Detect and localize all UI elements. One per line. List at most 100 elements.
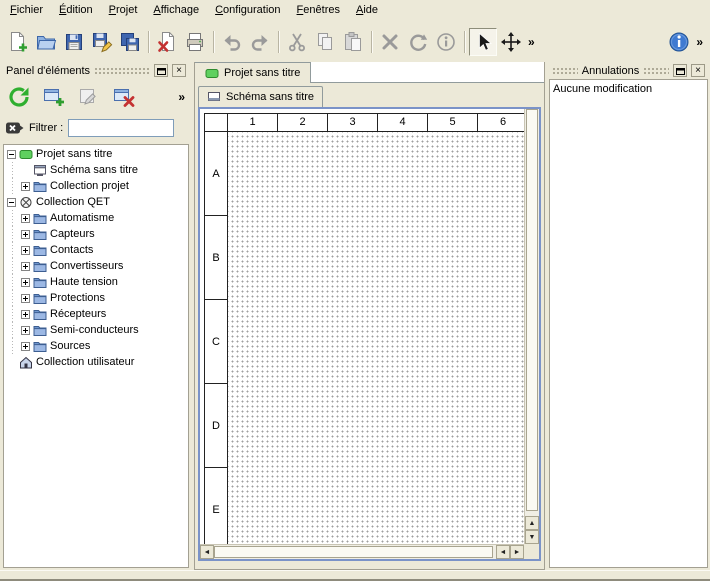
close-panel-button[interactable]: ×	[691, 64, 705, 77]
vscroll-thumb[interactable]	[526, 109, 538, 511]
move-tool-button[interactable]	[497, 28, 525, 56]
undo-list-item[interactable]: Aucune modification	[553, 82, 704, 96]
reload-collections-button[interactable]	[4, 82, 34, 112]
expand-toggle[interactable]	[21, 278, 30, 287]
dock-grip[interactable]	[643, 67, 669, 74]
edit-element-button[interactable]	[74, 82, 104, 112]
expand-toggle[interactable]	[21, 182, 30, 191]
scroll-left-button[interactable]: ◄	[200, 545, 214, 559]
cut-button[interactable]	[283, 28, 311, 56]
collections-tree[interactable]: Projet sans titre Schéma sans titre	[3, 144, 189, 568]
dotted-grid[interactable]	[228, 132, 524, 544]
rotate-button[interactable]	[404, 28, 432, 56]
tab-schema-sans-titre[interactable]: Schéma sans titre	[198, 86, 323, 107]
copy-button[interactable]	[311, 28, 339, 56]
toolbar-separator	[460, 29, 469, 55]
tree-item-haute-tension[interactable]: Haute tension	[4, 274, 188, 290]
tree-item-collection-qet[interactable]: Collection QET	[4, 194, 188, 210]
main-toolbar: » »	[0, 22, 710, 62]
expand-toggle[interactable]	[21, 310, 30, 319]
tree-item-collection-projet[interactable]: Collection projet	[4, 178, 188, 194]
schema-editor[interactable]: 1 2 3 4 5 6 A B C	[198, 107, 541, 561]
dock-grip[interactable]	[552, 67, 578, 74]
row-header: A	[205, 132, 227, 216]
menu-fichier[interactable]: Fichier	[2, 0, 51, 22]
filter-input[interactable]	[68, 119, 174, 137]
collapse-toggle[interactable]	[7, 198, 16, 207]
tree-item-capteurs[interactable]: Capteurs	[4, 226, 188, 242]
close-panel-button[interactable]: ×	[172, 64, 186, 77]
row-header: E	[205, 468, 227, 544]
elements-panel-titlebar[interactable]: Panel d'éléments ×	[3, 62, 189, 79]
tree-item-label: Capteurs	[50, 228, 95, 240]
undo-button[interactable]	[218, 28, 246, 56]
menu-edition[interactable]: Édition	[51, 0, 101, 22]
expand-toggle[interactable]	[21, 262, 30, 271]
save-as-button[interactable]	[88, 28, 116, 56]
new-document-button[interactable]	[4, 28, 32, 56]
open-project-button[interactable]	[32, 28, 60, 56]
row-headers: A B C D E	[205, 132, 228, 544]
tree-item-convertisseurs[interactable]: Convertisseurs	[4, 258, 188, 274]
tree-item-automatisme[interactable]: Automatisme	[4, 210, 188, 226]
scroll-right-button[interactable]: ►	[510, 545, 524, 559]
vertical-scrollbar[interactable]: ▲ ▼	[524, 109, 539, 544]
expand-toggle[interactable]	[21, 294, 30, 303]
delete-button[interactable]	[376, 28, 404, 56]
new-element-button[interactable]	[39, 82, 69, 112]
scroll-up-button[interactable]: ▲	[525, 516, 539, 530]
tree-item-label: Haute tension	[50, 276, 118, 288]
hscroll-thumb[interactable]	[214, 546, 493, 558]
scroll-down-button[interactable]: ▼	[525, 530, 539, 544]
tab-projet-sans-titre[interactable]: Projet sans titre	[195, 62, 311, 83]
schema-canvas[interactable]: 1 2 3 4 5 6 A B C	[200, 109, 524, 544]
tree-item-label: Récepteurs	[50, 308, 106, 320]
expand-toggle[interactable]	[21, 246, 30, 255]
column-header: 6	[478, 114, 524, 131]
undo-history-list[interactable]: Aucune modification	[549, 79, 708, 568]
information-button[interactable]	[432, 28, 460, 56]
toolbar-overflow-button[interactable]: »	[525, 35, 538, 49]
scroll-left-button-2[interactable]: ◄	[496, 545, 510, 559]
horizontal-scrollbar[interactable]: ◄ ◄ ►	[200, 544, 524, 559]
menu-projet[interactable]: Projet	[101, 0, 146, 22]
tree-item-contacts[interactable]: Contacts	[4, 242, 188, 258]
close-file-button[interactable]	[153, 28, 181, 56]
tree-item-schema[interactable]: Schéma sans titre	[4, 162, 188, 178]
undo-panel-titlebar[interactable]: Annulations ×	[549, 62, 708, 79]
delete-icon	[379, 31, 401, 53]
float-panel-button[interactable]	[154, 64, 168, 77]
delete-element-button[interactable]	[109, 82, 139, 112]
menu-configuration[interactable]: Configuration	[207, 0, 288, 22]
print-button[interactable]	[181, 28, 209, 56]
tree-item-semi-conducteurs[interactable]: Semi-conducteurs	[4, 322, 188, 338]
menu-fenetres[interactable]: Fenêtres	[289, 0, 348, 22]
tree-item-project[interactable]: Projet sans titre	[4, 146, 188, 162]
expand-toggle[interactable]	[21, 230, 30, 239]
paste-button[interactable]	[339, 28, 367, 56]
redo-button[interactable]	[246, 28, 274, 56]
tree-item-label: Collection utilisateur	[36, 356, 134, 368]
column-header: 3	[328, 114, 378, 131]
panel-overflow-button[interactable]: »	[175, 90, 188, 104]
clear-filter-icon[interactable]	[5, 120, 24, 136]
tree-item-collection-utilisateur[interactable]: Collection utilisateur	[4, 354, 188, 370]
tree-item-recepteurs[interactable]: Récepteurs	[4, 306, 188, 322]
tree-item-sources[interactable]: Sources	[4, 338, 188, 354]
pointer-tool-button[interactable]	[469, 28, 497, 56]
save-button[interactable]	[60, 28, 88, 56]
expand-toggle[interactable]	[21, 326, 30, 335]
menu-aide[interactable]: Aide	[348, 0, 386, 22]
float-panel-button[interactable]	[673, 64, 687, 77]
undo-panel-title: Annulations	[582, 65, 640, 77]
menu-affichage[interactable]: Affichage	[145, 0, 207, 22]
save-all-button[interactable]	[116, 28, 144, 56]
tree-item-protections[interactable]: Protections	[4, 290, 188, 306]
help-overflow-button[interactable]: »	[693, 35, 706, 49]
about-button[interactable]	[665, 28, 693, 56]
dock-grip[interactable]	[94, 67, 150, 74]
expand-toggle[interactable]	[21, 342, 30, 351]
collapse-toggle[interactable]	[7, 150, 16, 159]
expand-toggle[interactable]	[21, 214, 30, 223]
column-header: 5	[428, 114, 478, 131]
